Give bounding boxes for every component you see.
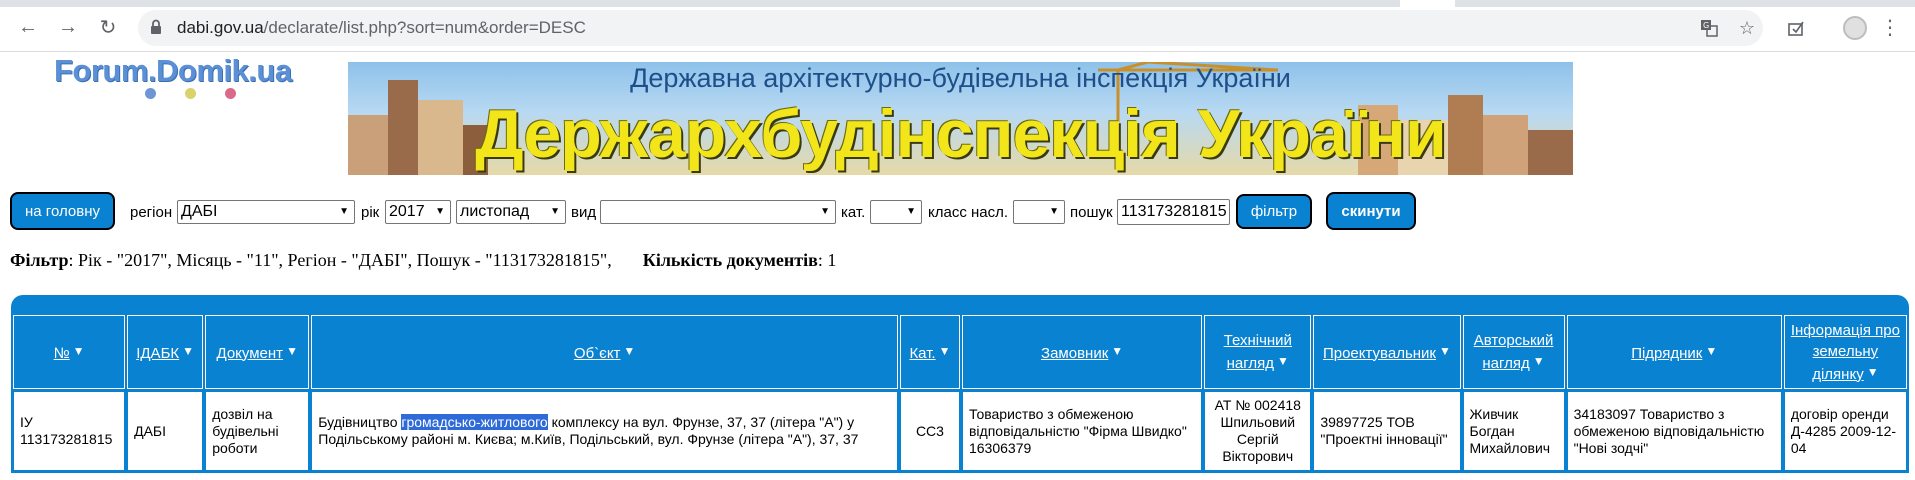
extension-icon[interactable] (1784, 16, 1808, 40)
class-label: класс насл. (928, 204, 1009, 221)
chevron-down-icon: ▼ (435, 206, 445, 217)
logo-dot-icon (225, 88, 236, 99)
chevron-down-icon: ▼ (906, 206, 916, 217)
profile-avatar-icon[interactable] (1843, 16, 1867, 40)
category-label: кат. (841, 204, 866, 221)
type-label: вид (571, 204, 597, 221)
chevron-down-icon: ▼ (550, 206, 560, 217)
home-button[interactable]: на головну (10, 192, 115, 230)
browser-toolbar: ← → ↻ dabi.gov.ua/declarate/list.php?sor… (0, 0, 1915, 52)
logo-dot-icon (145, 88, 156, 99)
search-label: пошук (1070, 204, 1113, 221)
chevron-down-icon: ▼ (1049, 206, 1059, 217)
sort-icon[interactable]: ▼ (1277, 354, 1289, 368)
column-header-land-info[interactable]: Інформація про земельну ділянку ▼ (1783, 315, 1907, 389)
cell-category: СС3 (899, 391, 960, 471)
declarations-table: № ▼ ІДАБК ▼ Документ ▼ Об`єкт ▼ Кат. ▼ Замовн… (11, 295, 1909, 480)
search-input[interactable]: 113173281815 (1117, 199, 1230, 225)
cell-designer: 39897725 ТОВ "Проектні інновації" (1313, 391, 1461, 471)
chevron-down-icon: ▼ (820, 206, 830, 217)
column-header-customer[interactable]: Замовник ▼ (961, 315, 1203, 389)
reset-button[interactable]: скинути (1326, 192, 1416, 230)
browser-menu-icon[interactable]: ⋮ (1880, 15, 1900, 41)
filter-summary: Фільтр: Рік - "2017", Місяць - "11", Рег… (10, 250, 837, 270)
sort-icon[interactable]: ▼ (286, 344, 298, 358)
column-header-tech-supervision[interactable]: Технічний нагляд ▼ (1204, 315, 1312, 389)
forward-icon[interactable]: → (54, 13, 82, 41)
region-label: регіон (130, 204, 173, 221)
cell-tech-supervision: АТ № 002418 Шпильовий Сергій Вікторович (1204, 391, 1312, 471)
column-header-object[interactable]: Об`єкт ▼ (311, 315, 898, 389)
lock-icon (151, 19, 161, 34)
translate-icon[interactable]: G (1697, 16, 1721, 40)
url-text[interactable]: dabi.gov.ua/declarate/list.php?sort=num&… (177, 18, 586, 38)
month-select[interactable]: листопад ▼ (456, 200, 566, 224)
sort-icon[interactable]: ▼ (1867, 365, 1879, 379)
sort-icon[interactable]: ▼ (182, 344, 194, 358)
column-header-document[interactable]: Документ ▼ (205, 315, 310, 389)
type-select[interactable]: ▼ (600, 200, 836, 224)
back-icon[interactable]: ← (14, 13, 42, 41)
sort-icon[interactable]: ▼ (1705, 344, 1717, 358)
chevron-down-icon: ▼ (339, 206, 349, 217)
cell-customer: Товариство з обмеженою відповідальністю … (961, 391, 1203, 471)
tab-strip (0, 0, 1915, 7)
table-row: ІУ 113173281815 ДАБІ дозвіл на будівельн… (13, 391, 1907, 471)
cell-object: Будівництво громадсько-житлового комплек… (311, 391, 898, 471)
logo-dot-icon (185, 88, 196, 99)
column-header-author-supervision[interactable]: Авторський нагляд ▼ (1462, 315, 1565, 389)
sort-icon[interactable]: ▼ (1111, 344, 1123, 358)
banner-title: Держархбудінспекція України (475, 96, 1447, 172)
cell-land-info: договір оренди Д-4285 2009-12-04 (1783, 391, 1907, 471)
cell-number: ІУ 113173281815 (13, 391, 126, 471)
svg-text:G: G (1703, 21, 1709, 30)
sort-icon[interactable]: ▼ (623, 344, 635, 358)
column-header-designer[interactable]: Проектувальник ▼ (1313, 315, 1461, 389)
column-header-contractor[interactable]: Підрядник ▼ (1566, 315, 1782, 389)
bookmark-star-icon[interactable]: ☆ (1735, 16, 1759, 40)
site-logo[interactable]: Forum.Domik.ua (54, 53, 292, 89)
cell-idabk: ДАБІ (127, 391, 204, 471)
year-select[interactable]: 2017 ▼ (385, 200, 451, 224)
region-select[interactable]: ДАБІ ▼ (177, 200, 355, 224)
banner-subtitle: Державна архітектурно-будівельна інспекц… (630, 63, 1291, 93)
sort-icon[interactable]: ▼ (1439, 344, 1451, 358)
reload-icon[interactable]: ↻ (94, 13, 122, 41)
filter-button[interactable]: фільтр (1236, 194, 1312, 229)
selected-text: громадсько-житлового (401, 414, 548, 430)
column-header-idabk[interactable]: ІДАБК ▼ (127, 315, 204, 389)
header-banner: Державна архітектурно-будівельна інспекц… (348, 62, 1573, 175)
sort-icon[interactable]: ▼ (1533, 354, 1545, 368)
cell-author-supervision: Живчик Богдан Михайлович (1462, 391, 1565, 471)
class-select[interactable]: ▼ (1013, 200, 1065, 224)
cell-document: дозвіл на будівельні роботи (205, 391, 310, 471)
sort-icon[interactable]: ▼ (73, 344, 85, 358)
column-header-category[interactable]: Кат. ▼ (899, 315, 960, 389)
sort-icon[interactable]: ▼ (939, 344, 951, 358)
column-header-number[interactable]: № ▼ (13, 315, 126, 389)
year-label: рік (361, 204, 380, 221)
cell-contractor: 34183097 Товариство з обмеженою відповід… (1566, 391, 1782, 471)
category-select[interactable]: ▼ (870, 200, 922, 224)
